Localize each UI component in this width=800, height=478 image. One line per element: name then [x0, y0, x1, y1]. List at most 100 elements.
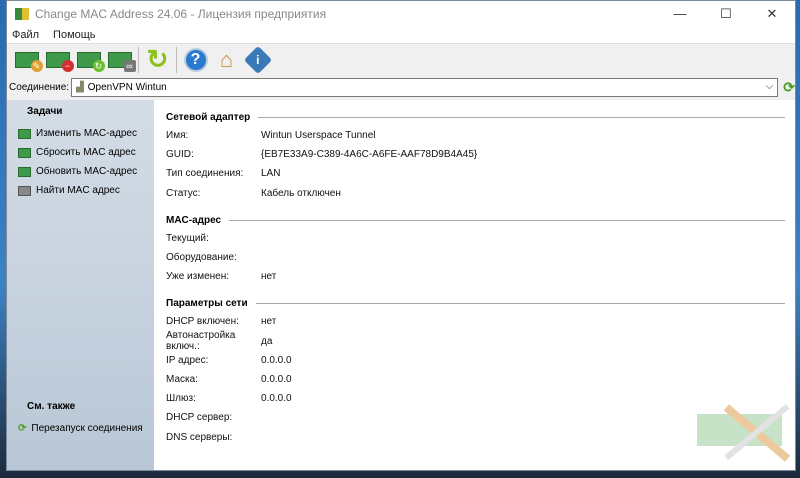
property-label: Уже изменен: — [166, 271, 230, 283]
property-value: {EB7E33A9-C389-4A6C-A6FE-AAF78D9B4A45} — [261, 149, 478, 161]
section-title: Сетевой адаптер — [166, 112, 251, 123]
property-label: DHCP сервер: — [166, 412, 233, 424]
property-row: Автонастройка включ.: да — [166, 330, 795, 353]
divider — [229, 219, 785, 221]
divider — [258, 117, 785, 118]
task-label: Обновить MAC-адрес — [36, 166, 138, 177]
app-icon — [15, 7, 29, 20]
property-row: Маска: 0.0.0.0 — [166, 370, 795, 389]
find-mac-button[interactable]: ∞ — [104, 46, 136, 74]
minimize-button[interactable]: — — [657, 1, 703, 26]
menu-file[interactable]: Файл — [12, 29, 39, 41]
restart-connection-link[interactable]: ⟳ Перезапуск соединения — [7, 419, 154, 438]
connection-select[interactable]: ▟ OpenVPN Wintun ⌵ — [71, 77, 779, 97]
see-also-heading: См. также — [27, 401, 76, 412]
app-window: Change MAC Address 24.06 - Лицензия пред… — [6, 0, 796, 471]
property-label: Статус: — [166, 187, 201, 199]
property-value: 0.0.0.0 — [261, 354, 292, 366]
card-delete-icon — [18, 147, 31, 158]
property-label: DHCP включен: — [166, 316, 239, 328]
property-value: Wintun Userspace Tunnel — [261, 130, 376, 142]
task-refresh-mac[interactable]: Обновить MAC-адрес — [7, 162, 154, 181]
tasks-heading: Задачи — [27, 106, 63, 117]
property-value: Кабель отключен — [261, 187, 341, 199]
property-label: Шлюз: — [166, 393, 196, 405]
menu-help[interactable]: Помощь — [53, 29, 96, 41]
property-row: DHCP включен: нет — [166, 312, 795, 331]
section-header: Сетевой адаптер — [166, 109, 795, 126]
refresh-mac-button[interactable]: ↻ — [73, 46, 105, 74]
refresh-connections-button[interactable]: ⟳ — [783, 79, 795, 96]
property-row: GUID: {EB7E33A9-C389-4A6C-A6FE-AAF78D9B4A… — [166, 145, 795, 164]
property-label: Автонастройка включ.: — [166, 330, 236, 353]
refresh-icon: ↻ — [146, 44, 169, 74]
task-find-mac[interactable]: Найти MAC адрес — [7, 181, 154, 200]
card-refresh-icon: ↻ — [76, 51, 105, 72]
toolbar-separator — [176, 46, 177, 73]
title-bar: Change MAC Address 24.06 - Лицензия пред… — [7, 1, 795, 26]
chevron-down-icon: ⌵ — [765, 80, 774, 92]
property-value: нет — [261, 271, 277, 283]
divider — [255, 303, 785, 305]
property-value: да — [261, 335, 273, 347]
info-glyph: i — [255, 52, 260, 67]
card-pencil-icon — [18, 128, 31, 139]
property-label: IP адрес: — [166, 354, 209, 366]
close-button[interactable]: ✕ — [749, 1, 795, 26]
card-pencil-icon: ✎ — [14, 51, 43, 72]
property-label: Маска: — [166, 373, 198, 385]
toolbar: ✎ − ↻ ∞ ↻ ? ⌂ i — [7, 43, 795, 75]
property-value: LAN — [261, 168, 281, 180]
home-icon: ⌂ — [219, 46, 234, 72]
connection-row: Соединение: ▟ OpenVPN Wintun ⌵ ⟳ — [7, 75, 795, 99]
connection-value: OpenVPN Wintun — [87, 81, 167, 93]
task-reset-mac[interactable]: Сбросить MAC адрес — [7, 143, 154, 162]
task-label: Найти MAC адрес — [36, 185, 120, 196]
network-icon: ▟ — [76, 81, 84, 93]
task-label: Изменить MAC-адрес — [36, 128, 137, 139]
task-change-mac[interactable]: Изменить MAC-адрес — [7, 124, 154, 143]
details-panel: Сетевой адаптер Имя: Wintun Userspace Tunn… — [154, 100, 795, 470]
task-label: Сбросить MAC адрес — [36, 147, 136, 158]
sidebar: Задачи Изменить MAC-адрес Сбросить MAC а… — [7, 100, 154, 470]
property-row: Статус: Кабель отключен — [166, 184, 795, 203]
property-value: 0.0.0.0 — [261, 373, 292, 385]
binoculars-icon — [18, 185, 31, 196]
toolbar-separator — [138, 46, 139, 73]
card-refresh-icon — [18, 166, 31, 177]
property-label: DNS серверы: — [166, 431, 233, 443]
property-label: Оборудование: — [166, 252, 237, 264]
card-delete-icon: − — [45, 51, 74, 72]
property-row: Текущий: — [166, 229, 795, 248]
info-icon: i — [243, 45, 272, 74]
card-binoculars-icon: ∞ — [107, 51, 136, 72]
see-also-label: Перезапуск соединения — [31, 423, 143, 434]
section-title: Параметры сети — [166, 298, 248, 310]
section-header: Параметры сети — [166, 295, 795, 312]
property-label: Имя: — [166, 130, 189, 142]
refresh-icon: ⟳ — [18, 423, 27, 434]
property-row: Оборудование: — [166, 248, 795, 267]
property-value: нет — [261, 316, 277, 328]
property-value: 0.0.0.0 — [261, 393, 292, 405]
property-row: Имя: Wintun Userspace Tunnel — [166, 126, 795, 145]
tools-watermark-icon — [697, 389, 791, 464]
property-row: IP адрес: 0.0.0.0 — [166, 351, 795, 370]
change-mac-button[interactable]: ✎ — [11, 46, 43, 74]
property-label: GUID: — [166, 149, 194, 161]
property-row: Тип соединения: LAN — [166, 164, 795, 183]
section-header: MAC-адрес — [166, 212, 795, 229]
about-button[interactable]: i — [242, 45, 273, 74]
connection-label: Соединение: — [9, 81, 70, 93]
section-title: MAC-адрес — [166, 214, 222, 226]
home-button[interactable]: ⌂ — [211, 46, 242, 74]
reset-mac-button[interactable]: − — [42, 46, 74, 74]
property-label: Текущий: — [166, 232, 209, 244]
help-button[interactable]: ? — [180, 46, 211, 74]
help-icon: ? — [183, 47, 208, 72]
property-row: Уже изменен: нет — [166, 267, 795, 286]
menu-bar: Файл Помощь — [7, 26, 795, 43]
restart-button[interactable]: ↻ — [142, 44, 173, 74]
property-label: Тип соединения: — [166, 168, 244, 180]
maximize-button[interactable]: ☐ — [703, 1, 749, 26]
